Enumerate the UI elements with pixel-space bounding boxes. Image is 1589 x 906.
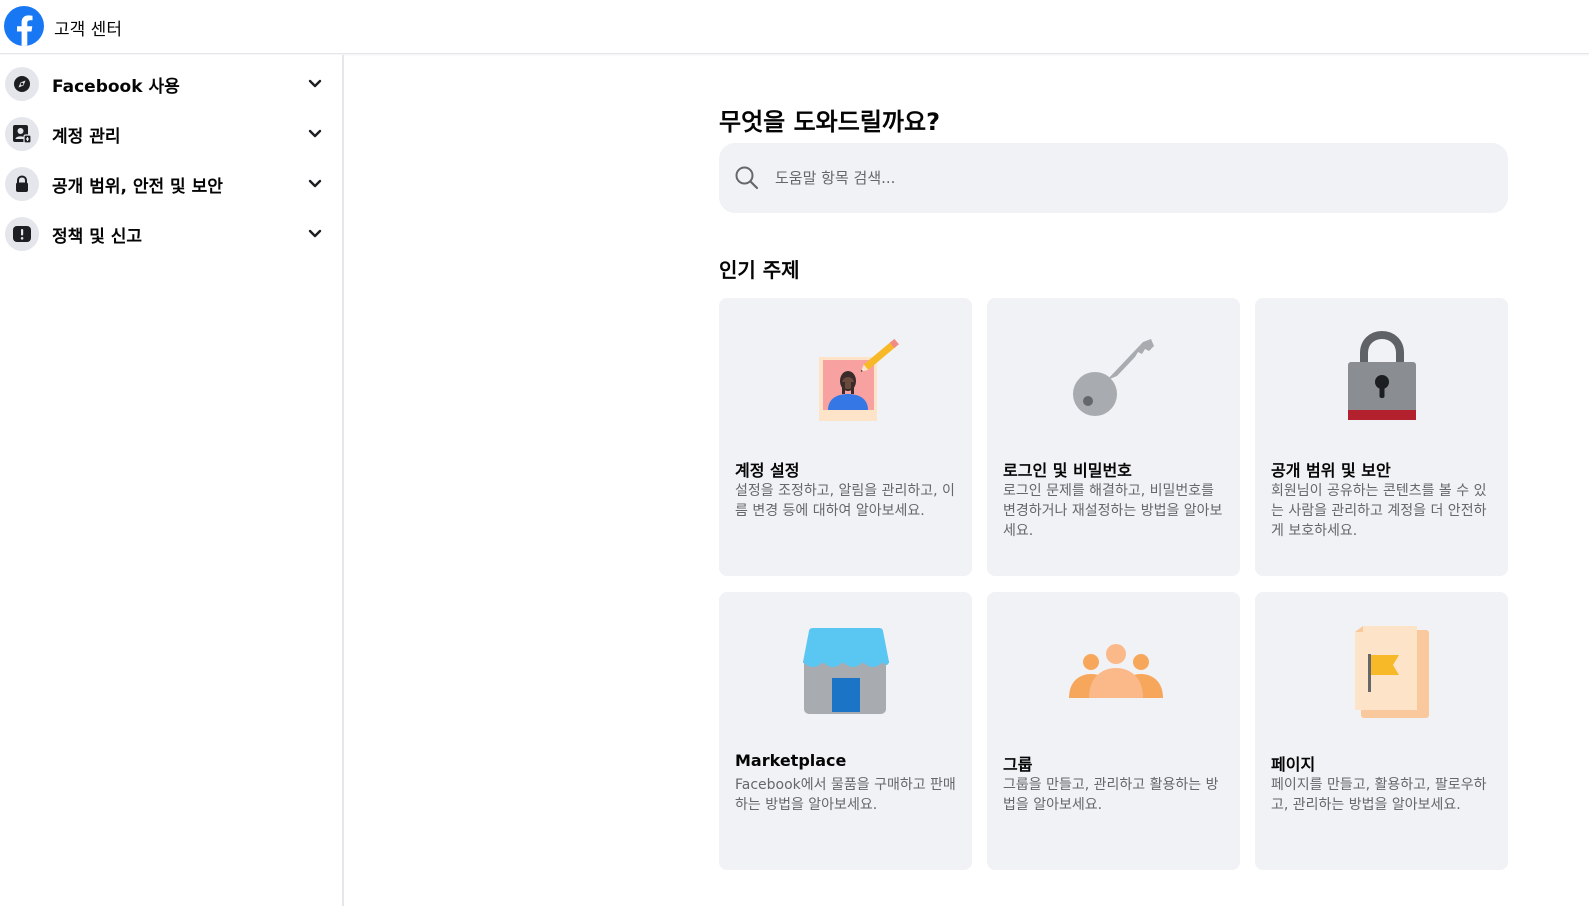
- card-title: Marketplace: [735, 751, 847, 770]
- sidebar-item-account-management[interactable]: 계정 관리: [0, 111, 340, 157]
- section-title-popular-topics: 인기 주제: [719, 258, 800, 282]
- sidebar-item-label: 정책 및 신고: [52, 226, 143, 247]
- topic-card-privacy-security[interactable]: 공개 범위 및 보안 회원님이 공유하는 콘텐츠를 볼 수 있는 사람을 관리하…: [1255, 298, 1508, 576]
- sidebar-item-privacy-safety-security[interactable]: 공개 범위, 안전 및 보안: [0, 161, 340, 207]
- profile-edit-icon: [719, 324, 972, 434]
- storefront-icon: [719, 618, 972, 728]
- account-card-icon: [5, 117, 39, 151]
- compass-icon: [5, 67, 39, 101]
- sidebar-item-label: 공개 범위, 안전 및 보안: [52, 176, 223, 197]
- group-people-icon: [987, 618, 1240, 728]
- card-description: 설정을 조정하고, 알림을 관리하고, 이름 변경 등에 대하여 알아보세요.: [735, 483, 955, 519]
- padlock-icon: [1255, 324, 1508, 434]
- card-title: 페이지: [1271, 755, 1316, 774]
- sidebar-item-label: 계정 관리: [52, 126, 121, 147]
- card-title: 계정 설정: [735, 461, 800, 480]
- card-description: 페이지를 만들고, 활용하고, 팔로우하고, 관리하는 방법을 알아보세요.: [1271, 777, 1487, 813]
- chevron-down-icon[interactable]: [305, 124, 325, 144]
- sidebar-item-using-facebook[interactable]: Facebook 사용: [0, 61, 340, 107]
- topic-card-pages[interactable]: 페이지 페이지를 만들고, 활용하고, 팔로우하고, 관리하는 방법을 알아보세…: [1255, 592, 1508, 870]
- page-title: 무엇을 도와드릴까요?: [719, 108, 940, 136]
- lock-icon: [5, 167, 39, 201]
- card-title: 그룹: [1003, 755, 1033, 774]
- search-bar[interactable]: [719, 143, 1508, 213]
- card-description: 회원님이 공유하는 콘텐츠를 볼 수 있는 사람을 관리하고 계정을 더 안전하…: [1271, 483, 1487, 539]
- card-title: 로그인 및 비밀번호: [1003, 461, 1132, 480]
- top-bar: 고객 센터: [0, 0, 1589, 54]
- alert-icon: [5, 217, 39, 251]
- app-title[interactable]: 고객 센터: [54, 15, 122, 40]
- search-icon: [734, 165, 760, 191]
- chevron-down-icon[interactable]: [305, 174, 325, 194]
- sidebar-item-label: Facebook 사용: [52, 76, 180, 97]
- key-icon: [987, 324, 1240, 434]
- chevron-down-icon[interactable]: [305, 224, 325, 244]
- sidebar-item-policies-reporting[interactable]: 정책 및 신고: [0, 211, 340, 257]
- main-content: 무엇을 도와드릴까요? 인기 주제: [346, 55, 1589, 906]
- topic-card-groups[interactable]: 그룹 그룹을 만들고, 관리하고 활용하는 방법을 알아보세요.: [987, 592, 1240, 870]
- sidebar: Facebook 사용 계정 관리 공개 범위, 안전 및 보안 정책 및 신고: [0, 55, 344, 906]
- card-description: 로그인 문제를 해결하고, 비밀번호를 변경하거나 재설정하는 방법을 알아보세…: [1003, 483, 1223, 539]
- topic-card-login-password[interactable]: 로그인 및 비밀번호 로그인 문제를 해결하고, 비밀번호를 변경하거나 재설정…: [987, 298, 1240, 576]
- topic-card-account-settings[interactable]: 계정 설정 설정을 조정하고, 알림을 관리하고, 이름 변경 등에 대하여 알…: [719, 298, 972, 576]
- card-description: Facebook에서 물품을 구매하고 판매하는 방법을 알아보세요.: [735, 777, 956, 813]
- topic-card-marketplace[interactable]: Marketplace Facebook에서 물품을 구매하고 판매하는 방법을…: [719, 592, 972, 870]
- chevron-down-icon[interactable]: [305, 74, 325, 94]
- card-description: 그룹을 만들고, 관리하고 활용하는 방법을 알아보세요.: [1003, 777, 1219, 813]
- facebook-logo-icon[interactable]: [4, 6, 44, 46]
- card-title: 공개 범위 및 보안: [1271, 461, 1391, 480]
- search-input[interactable]: [775, 161, 1475, 195]
- page-flag-icon: [1255, 618, 1508, 728]
